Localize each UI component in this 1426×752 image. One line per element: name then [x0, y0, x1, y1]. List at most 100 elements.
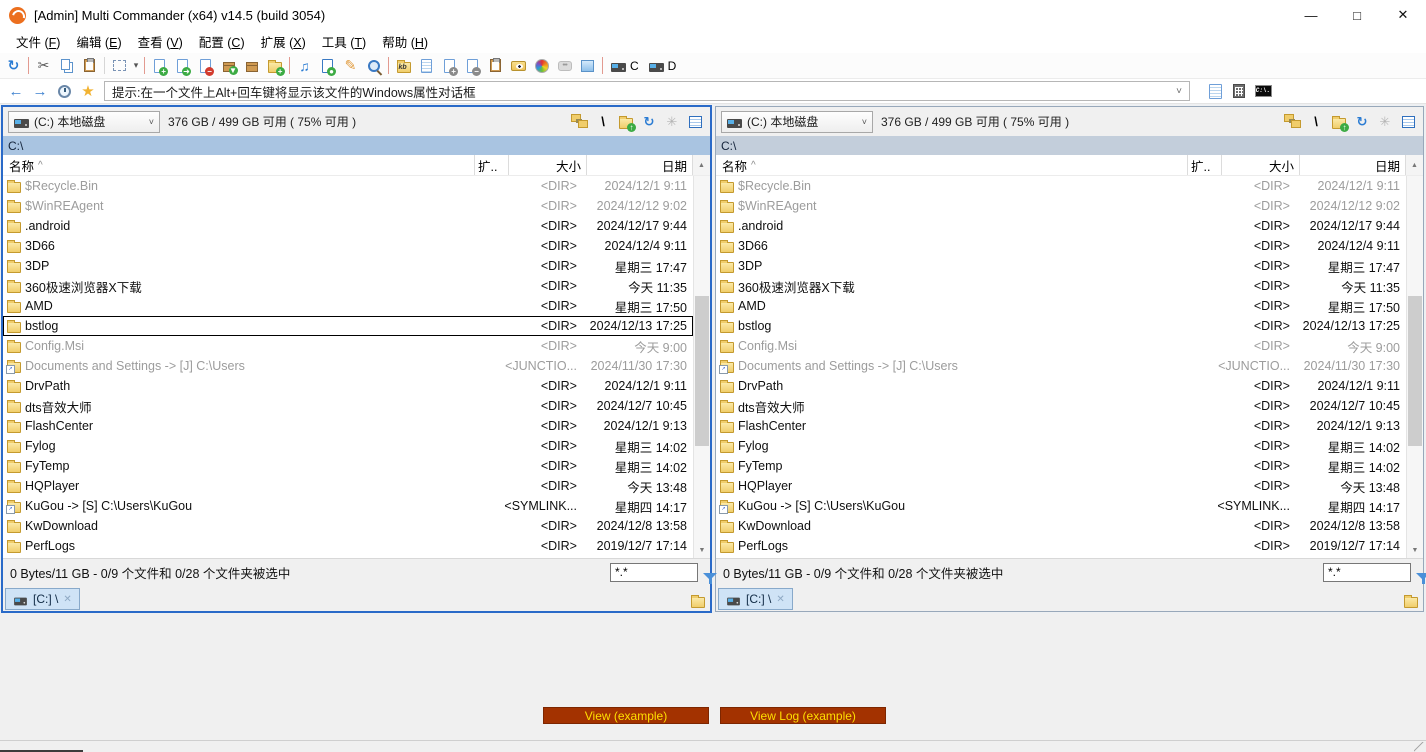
new-folder-icon[interactable] [263, 55, 286, 77]
table-row[interactable]: bstlog<DIR>2024/12/13 17:25 [716, 316, 1406, 336]
column-size[interactable]: 大小 [1222, 155, 1300, 175]
comment-icon[interactable] [553, 55, 576, 77]
table-row[interactable]: 3DP<DIR>星期三 17:47 [716, 256, 1406, 276]
delete-file-icon[interactable] [194, 55, 217, 77]
color-wheel-icon[interactable] [530, 55, 553, 77]
table-row[interactable]: $Recycle.Bin<DIR>2024/12/1 9:11 [3, 176, 693, 196]
preview-search-icon[interactable] [316, 55, 339, 77]
panel-layout-icon[interactable] [576, 55, 599, 77]
back-icon[interactable]: ← [5, 81, 27, 101]
viewer-eye-icon[interactable] [507, 55, 530, 77]
calc-size-icon[interactable] [415, 55, 438, 77]
table-row[interactable]: Fylog<DIR>星期三 14:02 [716, 436, 1406, 456]
table-row[interactable]: KuGou -> [S] C:\Users\KuGou<SYMLINK...星期… [3, 496, 693, 516]
disconnect-icon[interactable]: ✳✕ [1375, 112, 1395, 132]
table-row[interactable]: KwDownload<DIR>2024/12/8 13:58 [3, 516, 693, 536]
scroll-down-arrow[interactable]: ▼ [1407, 542, 1423, 558]
table-row[interactable]: .android<DIR>2024/12/17 9:44 [3, 216, 693, 236]
column-date[interactable]: 日期 [1300, 155, 1406, 175]
column-date[interactable]: 日期 [587, 155, 693, 175]
table-row[interactable]: Config.Msi<DIR>今天 9:00 [716, 336, 1406, 356]
column-name[interactable]: 名称^ [3, 155, 475, 175]
table-row[interactable]: KwDownload<DIR>2024/12/8 13:58 [716, 516, 1406, 536]
menu-item[interactable]: 查看 (V) [130, 30, 191, 53]
goto-root-icon[interactable]: \ [1306, 112, 1326, 132]
notepad-icon[interactable] [1204, 81, 1226, 101]
menu-item[interactable]: 工具 (T) [314, 30, 374, 53]
hint-dropdown-icon[interactable]: ˅ [1176, 86, 1182, 97]
table-row[interactable]: dts音效大师<DIR>2024/12/7 10:45 [716, 396, 1406, 416]
drive-d-button[interactable]: D [644, 55, 682, 77]
resize-grip[interactable] [1414, 742, 1424, 752]
history-icon[interactable] [53, 81, 75, 101]
maximize-button[interactable]: □ [1334, 0, 1380, 30]
table-row[interactable]: FlashCenter<DIR>2024/12/1 9:13 [3, 416, 693, 436]
table-row[interactable]: $Recycle.Bin<DIR>2024/12/1 9:11 [716, 176, 1406, 196]
table-row[interactable]: DrvPath<DIR>2024/12/1 9:11 [3, 376, 693, 396]
clipboard-tool-icon[interactable] [484, 55, 507, 77]
view-example-button[interactable]: View (example) [543, 707, 709, 724]
close-button[interactable]: ✕ [1380, 0, 1426, 30]
column-ext[interactable]: 扩.. [475, 155, 509, 175]
copy-icon[interactable] [55, 55, 78, 77]
unpack-archive-icon[interactable] [240, 55, 263, 77]
table-row[interactable]: PerfLogs<DIR>2019/12/7 17:14 [3, 536, 693, 556]
table-row[interactable]: 3DP<DIR>星期三 17:47 [3, 256, 693, 276]
menu-item[interactable]: 文件 (F) [8, 30, 68, 53]
view-mode-icon[interactable] [1398, 112, 1418, 132]
table-row[interactable]: Documents and Settings -> [J] C:\Users<J… [3, 356, 693, 376]
selection-tool-icon[interactable] [108, 55, 131, 77]
drive-c-button[interactable]: C [606, 55, 644, 77]
refresh-icon[interactable]: ↻ [2, 55, 25, 77]
filter-input[interactable]: *.* [610, 563, 698, 582]
table-row[interactable]: AMD<DIR>星期三 17:50 [3, 296, 693, 316]
view-log-example-button[interactable]: View Log (example) [720, 707, 886, 724]
cut-icon[interactable]: ✂ [32, 55, 55, 77]
music-tool-icon[interactable]: ♫ [293, 55, 316, 77]
table-row[interactable]: $WinREAgent<DIR>2024/12/12 9:02 [3, 196, 693, 216]
folder-up-icon[interactable] [1329, 112, 1349, 132]
current-path[interactable]: C:\ [716, 136, 1423, 155]
column-name[interactable]: 名称^ [716, 155, 1188, 175]
menu-item[interactable]: 编辑 (E) [68, 30, 129, 53]
refresh-pane-icon[interactable]: ↻ [1352, 112, 1372, 132]
table-row[interactable]: .android<DIR>2024/12/17 9:44 [716, 216, 1406, 236]
menu-item[interactable]: 帮助 (H) [374, 30, 436, 53]
drive-selector[interactable]: (C:) 本地磁盘 ˅ [721, 111, 873, 133]
table-row[interactable]: FlashCenter<DIR>2024/12/1 9:13 [716, 416, 1406, 436]
table-row[interactable]: Config.Msi<DIR>今天 9:00 [3, 336, 693, 356]
filter-input[interactable]: *.* [1323, 563, 1411, 582]
favorites-icon[interactable]: ★ [77, 81, 99, 101]
edit-file-icon[interactable]: ✎ [339, 55, 362, 77]
vertical-scrollbar[interactable]: ▼ [1406, 176, 1423, 558]
column-size[interactable]: 大小 [509, 155, 587, 175]
table-row[interactable]: 360极速浏览器X下载<DIR>今天 11:35 [716, 276, 1406, 296]
table-row[interactable]: DrvPath<DIR>2024/12/1 9:11 [716, 376, 1406, 396]
tab-lock-folder-icon[interactable] [1404, 594, 1418, 608]
table-row[interactable]: 3D66<DIR>2024/12/4 9:11 [716, 236, 1406, 256]
doc-plus-icon[interactable] [438, 55, 461, 77]
selection-dropdown-icon[interactable]: ▾ [131, 55, 141, 77]
table-row[interactable]: Fylog<DIR>星期三 14:02 [3, 436, 693, 456]
menu-item[interactable]: 扩展 (X) [253, 30, 314, 53]
folder-up-icon[interactable] [616, 112, 636, 132]
minimize-button[interactable]: — [1288, 0, 1334, 30]
tab-lock-folder-icon[interactable] [691, 594, 705, 608]
table-row[interactable]: FyTemp<DIR>星期三 14:02 [716, 456, 1406, 476]
refresh-pane-icon[interactable]: ↻ [639, 112, 659, 132]
scroll-up-arrow[interactable]: ▲ [693, 155, 710, 175]
goto-root-icon[interactable]: \ [593, 112, 613, 132]
calculator-icon[interactable] [1228, 81, 1250, 101]
kb-folder-icon[interactable]: kb [392, 55, 415, 77]
paste-icon[interactable] [78, 55, 101, 77]
menu-item[interactable]: 配置 (C) [191, 30, 253, 53]
table-row[interactable]: KuGou -> [S] C:\Users\KuGou<SYMLINK...星期… [716, 496, 1406, 516]
current-path[interactable]: C:\ [3, 136, 710, 155]
table-row[interactable]: dts音效大师<DIR>2024/12/7 10:45 [3, 396, 693, 416]
table-row[interactable]: PerfLogs<DIR>2019/12/7 17:14 [716, 536, 1406, 556]
table-row[interactable]: bstlog<DIR>2024/12/13 17:25 [3, 316, 693, 336]
table-row[interactable]: FyTemp<DIR>星期三 14:02 [3, 456, 693, 476]
disconnect-icon[interactable]: ✳✕ [662, 112, 682, 132]
vertical-scrollbar[interactable]: ▼ [693, 176, 710, 558]
table-row[interactable]: HQPlayer<DIR>今天 13:48 [716, 476, 1406, 496]
